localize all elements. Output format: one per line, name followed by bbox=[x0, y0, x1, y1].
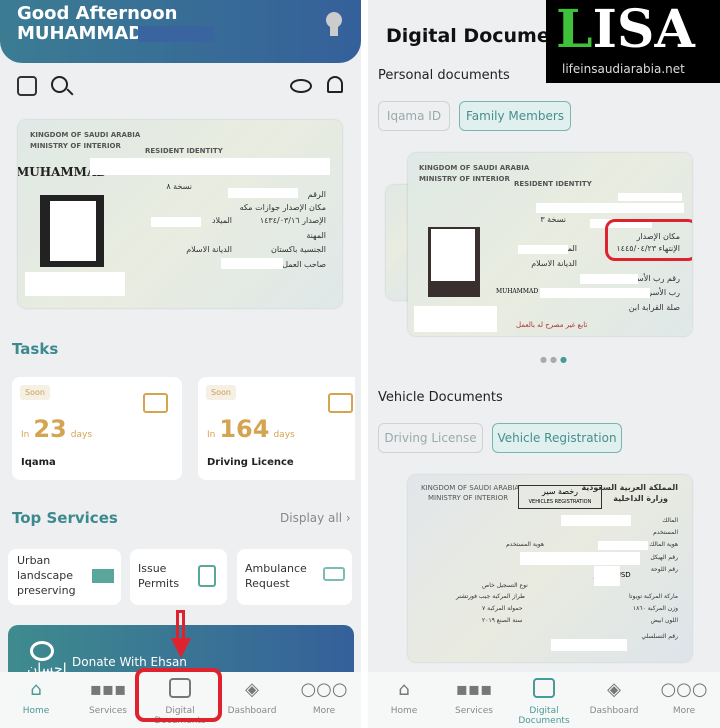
greeting: Good Afternoon bbox=[17, 3, 178, 24]
card-icon bbox=[143, 393, 168, 413]
expiry-highlight bbox=[605, 219, 692, 261]
calendar-icon[interactable] bbox=[17, 76, 37, 96]
vehicle-documents-title: Vehicle Documents bbox=[378, 390, 503, 405]
service-issue-permits[interactable]: Issue Permits bbox=[130, 549, 227, 605]
service-ambulance-request[interactable]: Ambulance Request bbox=[237, 549, 352, 605]
card-profession: المهنة bbox=[306, 231, 326, 240]
card-icon bbox=[328, 393, 353, 413]
days-remaining: In 164 days bbox=[207, 415, 295, 443]
grid-icon: ▪▪▪ bbox=[455, 679, 493, 700]
eye-icon[interactable] bbox=[290, 79, 312, 93]
tab-family-members[interactable]: Family Members bbox=[459, 101, 571, 131]
vehicle-registration-card[interactable]: KINGDOM OF SAUDI ARABIA MINISTRY OF INTE… bbox=[408, 475, 692, 662]
ehsan-logo bbox=[30, 641, 54, 661]
grid-icon: ▪▪▪ bbox=[89, 679, 127, 700]
building-icon bbox=[92, 569, 114, 583]
more-icon: ○○○ bbox=[300, 679, 348, 700]
iqama-card[interactable]: KINGDOM OF SAUDI ARABIA MINISTRY OF INTE… bbox=[18, 120, 342, 308]
redaction bbox=[151, 217, 201, 227]
card-number-label: الرقم bbox=[307, 190, 326, 199]
soon-badge: Soon bbox=[20, 385, 50, 400]
redaction bbox=[221, 258, 283, 269]
card-nationality: الجنسية باكستان bbox=[271, 245, 326, 254]
carousel-dots[interactable]: ●●● bbox=[540, 355, 570, 364]
nav-more[interactable]: ○○○ More bbox=[288, 678, 360, 716]
nav-digital-documents[interactable]: Digital Documents bbox=[508, 678, 580, 726]
card-issue-place: مكان الإصدار جوازات مكه bbox=[239, 203, 326, 212]
display-all-link[interactable]: Display all › bbox=[280, 511, 351, 525]
highlight-box bbox=[135, 668, 222, 722]
red-arrow-head bbox=[171, 638, 191, 658]
wallet-icon bbox=[508, 678, 580, 702]
user-name: MUHAMMAD bbox=[17, 23, 144, 44]
nav-home[interactable]: ⌂ Home bbox=[0, 678, 72, 716]
card-employer: صاحب العمل bbox=[282, 260, 326, 269]
card-religion: الديانة الاسلام bbox=[186, 245, 232, 254]
lisa-watermark: LISA lifeinsaudiarabia.net bbox=[546, 0, 720, 83]
search-icon[interactable] bbox=[51, 76, 68, 93]
card-birth: الميلاد bbox=[211, 216, 232, 225]
nav-more[interactable]: ○○○ More bbox=[648, 678, 720, 716]
task-name: Iqama bbox=[21, 457, 56, 468]
layers-icon: ◈ bbox=[607, 679, 621, 700]
search-handle bbox=[66, 88, 74, 96]
greeting-header: Good Afternoon MUHAMMAD bbox=[0, 0, 361, 63]
layers-icon: ◈ bbox=[245, 679, 259, 700]
red-arrow bbox=[176, 610, 185, 640]
donate-label: Donate With Ehsan bbox=[72, 655, 187, 669]
photo bbox=[40, 195, 104, 267]
digital-documents-screen: Digital Documents LISA lifeinsaudiarabia… bbox=[368, 0, 720, 728]
card-copy: نسخة ٨ bbox=[166, 182, 192, 191]
service-label: Urban landscape preserving bbox=[17, 554, 76, 597]
nav-services[interactable]: ▪▪▪ Services bbox=[438, 678, 510, 716]
tasks-title: Tasks bbox=[12, 340, 59, 358]
nav-dashboard[interactable]: ◈ Dashboard bbox=[216, 678, 288, 716]
card-ministry: MINISTRY OF INTERIOR bbox=[30, 142, 121, 150]
redaction bbox=[228, 188, 298, 198]
nav-home[interactable]: ⌂ Home bbox=[368, 678, 440, 716]
document-icon bbox=[198, 565, 216, 587]
name-redaction bbox=[138, 26, 214, 42]
card-resident-identity: RESIDENT IDENTITY bbox=[145, 147, 223, 155]
service-urban-landscape[interactable]: Urban landscape preserving bbox=[8, 549, 121, 605]
days-remaining: In 23 days bbox=[21, 415, 93, 443]
home-icon: ⌂ bbox=[30, 679, 42, 700]
tab-vehicle-registration[interactable]: Vehicle Registration bbox=[492, 423, 622, 453]
more-icon: ○○○ bbox=[660, 679, 708, 700]
service-label: Ambulance Request bbox=[245, 562, 307, 590]
task-card-iqama[interactable]: Soon In 23 days Iqama bbox=[12, 377, 182, 480]
family-member-card[interactable]: KINGDOM OF SAUDI ARABIA MINISTRY OF INTE… bbox=[408, 153, 692, 336]
bottom-nav: ⌂ Home ▪▪▪ Services Digital Documents ◈ Das… bbox=[368, 672, 720, 728]
top-services-title: Top Services bbox=[12, 509, 118, 527]
nav-dashboard[interactable]: ◈ Dashboard bbox=[578, 678, 650, 716]
soon-badge: Soon bbox=[206, 385, 236, 400]
personal-documents-title: Personal documents bbox=[378, 68, 510, 83]
redaction bbox=[90, 158, 330, 175]
nav-services[interactable]: ▪▪▪ Services bbox=[72, 678, 144, 716]
tab-iqama-id[interactable]: Iqama ID bbox=[378, 101, 450, 131]
tab-driving-license[interactable]: Driving License bbox=[378, 423, 483, 453]
bell-icon[interactable] bbox=[327, 76, 343, 93]
ambulance-icon bbox=[323, 567, 345, 581]
service-label: Issue Permits bbox=[138, 562, 180, 590]
redaction bbox=[25, 272, 125, 296]
card-kingdom: KINGDOM OF SAUDI ARABIA bbox=[30, 131, 141, 139]
card-issue-date: الإصدار ١٤٣٤/٠٣/١٦ bbox=[259, 216, 326, 225]
task-card-driving-licence[interactable]: Soon In 164 days Driving Licence bbox=[198, 377, 355, 480]
task-name: Driving Licence bbox=[207, 457, 294, 468]
home-icon: ⌂ bbox=[398, 679, 410, 700]
home-screen: Good Afternoon MUHAMMAD KINGDOM OF SAUDI… bbox=[0, 0, 361, 728]
badge-ribbon bbox=[330, 26, 338, 36]
